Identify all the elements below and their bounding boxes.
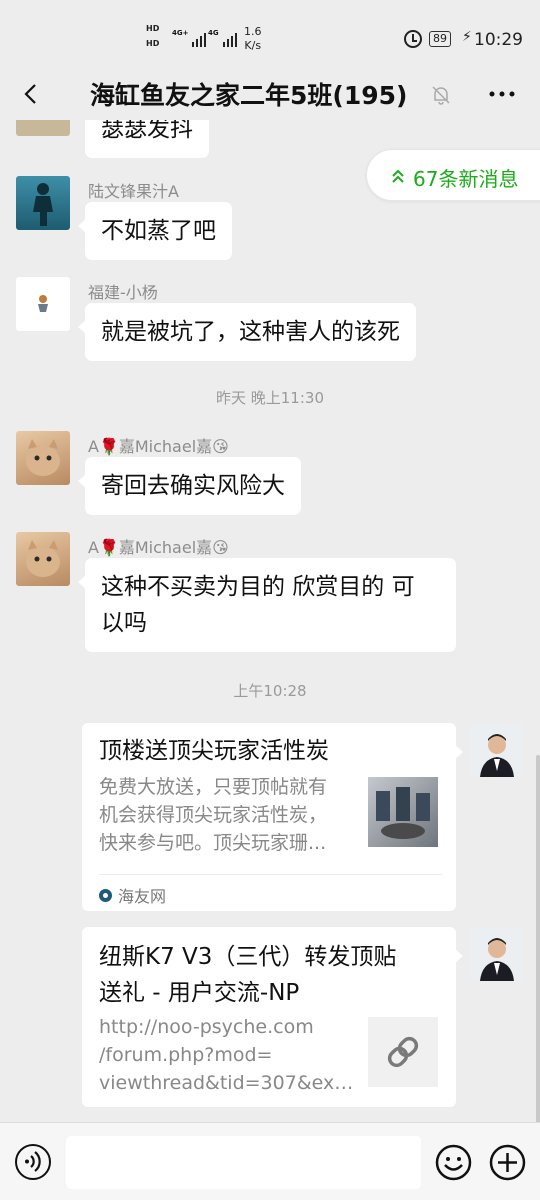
hd-top-label: HD — [146, 24, 160, 33]
hd-bottom-label: HD — [146, 39, 160, 48]
battery-icon: 89 — [429, 31, 451, 47]
message-bubble[interactable]: 不如蒸了吧 — [78, 202, 232, 260]
sender-name: A🌹嘉Michael嘉😘 — [88, 538, 229, 557]
card-thumbnail — [368, 777, 438, 847]
link-card[interactable]: 顶楼送顶尖玩家活性炭 免费大放送，只要顶帖就有 机会获得顶尖玩家活性炭， 快来参… — [82, 723, 463, 911]
network-speed: 1.6 K/s — [244, 25, 262, 53]
network-2-label: 4G — [208, 29, 219, 37]
link-icon — [368, 1017, 438, 1087]
emoji-icon[interactable] — [435, 1144, 472, 1181]
plus-icon[interactable] — [489, 1144, 526, 1181]
card-desc-line: 机会获得顶尖玩家活性炭， — [99, 804, 328, 826]
card-source: 海友网 — [99, 883, 166, 907]
message-bubble[interactable]: 瑟瑟发抖 — [85, 120, 209, 158]
card-desc-line: 免费大放送，只要顶帖就有 — [99, 776, 328, 798]
new-messages-button[interactable]: 67条新消息 — [366, 149, 540, 201]
status-bar: HD HD 4G+ 4G 1.6 K/s 89 ⚡ 10:29 — [0, 0, 540, 70]
card-description: http://noo-psyche.com /forum.php?mod= vi… — [99, 1013, 359, 1097]
sender-name: A🌹嘉Michael嘉😘 — [88, 437, 229, 456]
more-options-icon[interactable] — [487, 82, 517, 106]
avatar[interactable] — [470, 927, 524, 981]
input-bar — [0, 1122, 540, 1200]
card-desc-line: http://noo-psyche.com — [99, 1016, 314, 1038]
sender-name: 陆文锋果汁A — [88, 182, 179, 201]
card-description: 免费大放送，只要顶帖就有 机会获得顶尖玩家活性炭， 快来参与吧。顶尖玩家珊... — [99, 773, 359, 857]
speed-value: 1.6 — [244, 25, 262, 38]
card-title: 顶楼送顶尖玩家活性炭 — [99, 738, 329, 764]
mute-bell-icon — [432, 86, 450, 105]
avatar[interactable] — [470, 723, 524, 777]
message-list[interactable]: 瑟瑟发抖 陆文锋果汁A 不如蒸了吧 福建-小杨 就是被坑了，这种害人的该死 昨天… — [0, 120, 540, 1122]
scrollbar[interactable] — [536, 755, 540, 1125]
new-messages-label: 67条新消息 — [413, 167, 519, 191]
card-desc-line: 快来参与吧。顶尖玩家珊... — [99, 832, 327, 854]
time-divider: 昨天 晚上11:30 — [216, 389, 324, 407]
avatar[interactable] — [16, 532, 70, 586]
signal-2-icon: 4G — [208, 29, 237, 47]
link-card[interactable]: 纽斯K7 V3（三代）转发顶贴 送礼 - 用户交流-NP http://noo-… — [82, 927, 463, 1107]
avatar[interactable] — [16, 431, 70, 485]
status-time: 10:29 — [474, 30, 523, 50]
message-line: 这种不买卖为目的 欣赏目的 可 — [101, 574, 415, 600]
chat-header: 海缸鱼友之家二年5班(195) — [0, 70, 540, 120]
message-bubble[interactable]: 就是被坑了，这种害人的该死 — [78, 303, 416, 361]
back-arrow-icon[interactable] — [20, 82, 44, 106]
source-logo-icon — [99, 888, 112, 902]
hd-indicator: HD HD — [146, 24, 159, 54]
chat-title: 海缸鱼友之家二年5班(195) — [90, 81, 408, 110]
speed-unit: K/s — [244, 39, 262, 52]
avatar[interactable] — [16, 176, 70, 230]
signal-1-icon: 4G+ — [172, 29, 207, 47]
voice-input-button[interactable] — [15, 1144, 51, 1180]
voice-icon — [25, 1151, 41, 1172]
card-title-line: 纽斯K7 V3（三代）转发顶贴 — [99, 944, 397, 970]
charging-icon: ⚡ — [462, 29, 472, 45]
avatar[interactable] — [16, 120, 70, 136]
card-desc-line: viewthread&tid=307&extr... — [99, 1072, 359, 1094]
card-desc-line: /forum.php?mod= — [99, 1044, 273, 1066]
sender-name: 福建-小杨 — [88, 283, 158, 302]
source-name: 海友网 — [118, 887, 167, 906]
alarm-icon — [404, 30, 422, 48]
network-1-label: 4G+ — [172, 29, 189, 37]
message-bubble[interactable]: 这种不买卖为目的 欣赏目的 可 以吗 — [78, 558, 456, 652]
card-divider — [99, 874, 442, 875]
message-bubble[interactable]: 寄回去确实风险大 — [78, 457, 301, 515]
card-title: 纽斯K7 V3（三代）转发顶贴 送礼 - 用户交流-NP — [99, 939, 444, 1011]
double-chevron-up-icon — [392, 169, 404, 183]
message-line: 以吗 — [101, 610, 147, 636]
message-input[interactable] — [66, 1136, 421, 1189]
avatar[interactable] — [16, 277, 70, 331]
card-title-line: 送礼 - 用户交流-NP — [99, 980, 300, 1006]
time-divider: 上午10:28 — [233, 682, 307, 700]
